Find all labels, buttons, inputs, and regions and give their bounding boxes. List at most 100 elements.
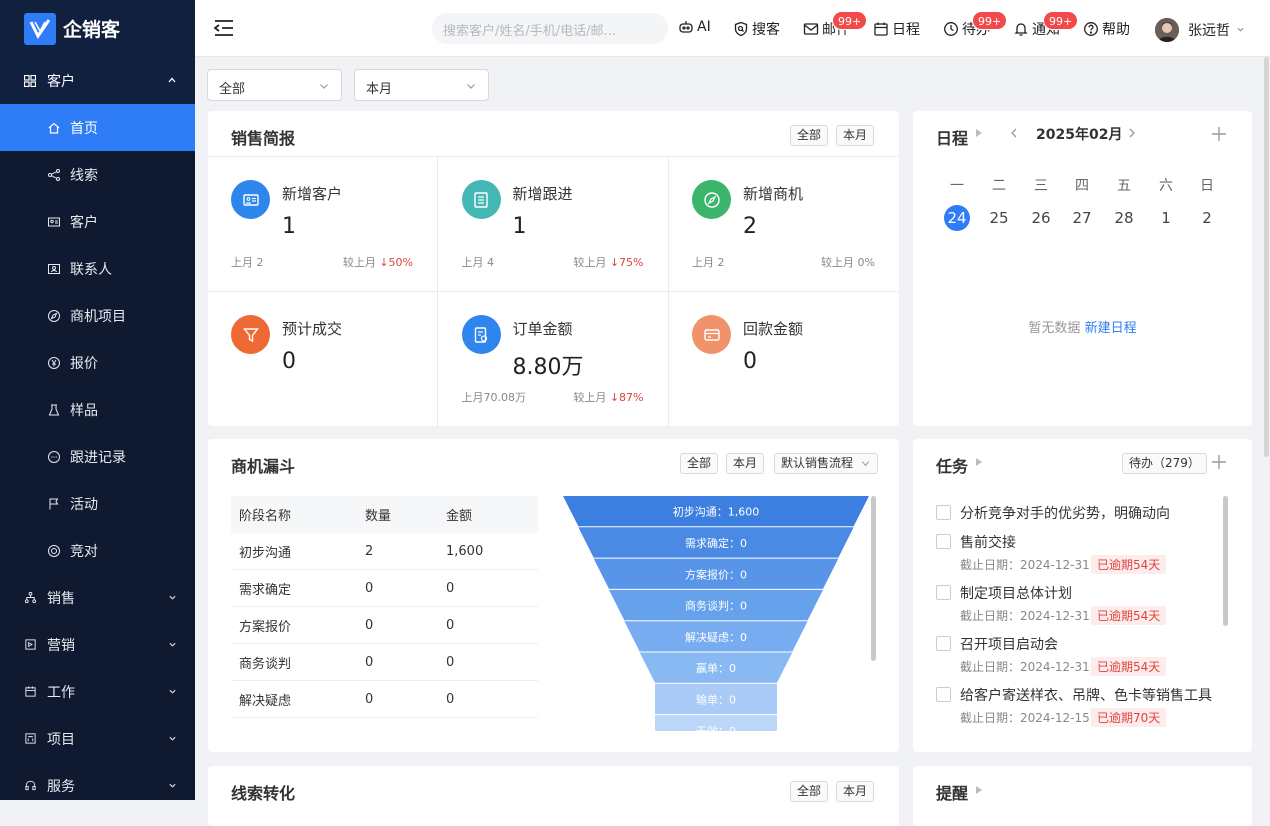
- table-row[interactable]: 解决疑虑 0 0: [231, 681, 538, 718]
- app-logo[interactable]: 企销客: [0, 0, 195, 57]
- sidebar-item-0[interactable]: 首页: [0, 104, 195, 151]
- chevron-down-icon[interactable]: [1236, 25, 1245, 34]
- chevron-down-icon: [168, 593, 177, 602]
- project-icon: [24, 732, 37, 745]
- schedule-button[interactable]: 日程: [873, 19, 920, 39]
- stat-tile[interactable]: 新增商机 2 上月 2 较上月 0%: [669, 157, 899, 292]
- funnel-stage-label: 商务谈判：0: [685, 599, 747, 613]
- sidebar-group-4[interactable]: 服务: [0, 762, 195, 800]
- funnel-tag-month[interactable]: 本月: [726, 453, 765, 474]
- table-cell: 2: [365, 543, 374, 559]
- sidebar-item-9[interactable]: 竞对: [0, 527, 195, 574]
- calendar-day[interactable]: 24: [944, 205, 970, 231]
- sidebar-group-3[interactable]: 项目: [0, 715, 195, 762]
- stat-tile[interactable]: 回款金额 0: [669, 292, 899, 427]
- stat-tile[interactable]: 新增跟进 1 上月 4 较上月 ↓75%: [438, 157, 669, 292]
- sales-tag-all[interactable]: 全部: [790, 125, 829, 146]
- user-name[interactable]: 张远哲: [1188, 20, 1230, 40]
- sales-brief-title: 销售简报: [231, 129, 296, 148]
- tasks-scrollbar[interactable]: [1223, 496, 1228, 626]
- create-schedule-link[interactable]: 新建日程: [1085, 321, 1137, 336]
- task-checkbox[interactable]: [936, 585, 951, 600]
- funnel-title: 商机漏斗: [231, 457, 296, 476]
- sidebar-item-5[interactable]: 报价: [0, 339, 195, 386]
- sidebar-item-6[interactable]: 样品: [0, 386, 195, 433]
- add-task-icon[interactable]: [1211, 454, 1227, 470]
- task-checkbox[interactable]: [936, 687, 951, 702]
- contact-icon: [47, 262, 61, 276]
- table-cell: 0: [446, 654, 455, 670]
- task-title[interactable]: 分析竞争对手的优劣势，明确动向: [960, 503, 1170, 523]
- task-checkbox[interactable]: [936, 534, 951, 549]
- search-customer-label: 搜客: [752, 22, 780, 38]
- task-title[interactable]: 售前交接: [960, 532, 1016, 552]
- task-title[interactable]: 召开项目启动会: [960, 634, 1058, 654]
- calendar-day[interactable]: 1: [1153, 205, 1179, 231]
- table-row[interactable]: 初步沟通 2 1,600: [231, 533, 538, 570]
- leads-tag-all[interactable]: 全部: [790, 781, 829, 802]
- task-checkbox[interactable]: [936, 636, 951, 651]
- calendar-day[interactable]: 2: [1194, 205, 1220, 231]
- sidebar-group-2[interactable]: 工作: [0, 668, 195, 715]
- task-deadline-label: 截止日期：: [960, 609, 1021, 623]
- sales-tag-month[interactable]: 本月: [836, 125, 875, 146]
- stat-compare-label: 较上月: [821, 256, 855, 269]
- chevron-down-icon: [466, 81, 476, 91]
- calendar-day[interactable]: 27: [1069, 205, 1095, 231]
- sidebar-item-label: 商机项目: [70, 308, 126, 325]
- funnel-stage-label: 无效：0: [696, 724, 736, 731]
- global-search-input[interactable]: 搜索客户/姓名/手机/电话/邮...: [432, 13, 668, 44]
- order-icon: [461, 315, 501, 354]
- flag-icon: [47, 497, 61, 511]
- reminder-title[interactable]: 提醒: [936, 780, 968, 804]
- sidebar-item-2[interactable]: 客户: [0, 198, 195, 245]
- task-title[interactable]: 制定项目总体计划: [960, 583, 1072, 603]
- sidebar-item-4[interactable]: 商机项目: [0, 292, 195, 339]
- sales-process-select[interactable]: 默认销售流程: [774, 453, 879, 474]
- stat-tile[interactable]: 订单金额 8.80万 上月70.08万 较上月 ↓87%: [439, 292, 669, 427]
- leads-tag-month[interactable]: 本月: [836, 781, 875, 802]
- collapse-menu-icon[interactable]: [213, 18, 235, 38]
- task-checkbox[interactable]: [936, 505, 951, 520]
- menu-section-customer[interactable]: 客户: [0, 57, 195, 104]
- page-scrollbar[interactable]: [1264, 57, 1269, 457]
- list-icon: [461, 180, 501, 219]
- sidebar-item-8[interactable]: 活动: [0, 480, 195, 527]
- calendar-day[interactable]: 28: [1111, 205, 1137, 231]
- weekday-label: 一: [950, 178, 964, 194]
- ai-button[interactable]: AI: [678, 19, 711, 35]
- calendar-day[interactable]: 26: [1028, 205, 1054, 231]
- weekday-label: 五: [1117, 178, 1131, 194]
- funnel-icon: [231, 315, 270, 354]
- bell-icon: [1013, 21, 1029, 37]
- user-avatar[interactable]: [1155, 18, 1179, 42]
- task-deadline-date: 2024-12-31: [1020, 558, 1090, 572]
- sidebar-group-0[interactable]: 销售: [0, 574, 195, 621]
- stat-tile[interactable]: 预计成交 0: [208, 292, 438, 427]
- help-button[interactable]: 帮助: [1083, 19, 1130, 39]
- column-header: 数量: [365, 509, 392, 524]
- period-select[interactable]: 本月: [354, 69, 489, 101]
- table-row[interactable]: 商务谈判 0 0: [231, 644, 538, 681]
- sidebar-group-1[interactable]: 营销: [0, 621, 195, 668]
- chat-icon: [47, 450, 61, 464]
- add-schedule-icon[interactable]: [1211, 126, 1227, 142]
- schedule-title[interactable]: 日程: [936, 125, 968, 149]
- table-row[interactable]: 需求确定 0 0: [231, 570, 538, 607]
- task-title[interactable]: 给客户寄送样衣、吊牌、色卡等销售工具: [960, 685, 1212, 705]
- funnel-tag-all[interactable]: 全部: [680, 453, 719, 474]
- next-month-icon[interactable]: [1128, 128, 1136, 138]
- sidebar-item-3[interactable]: 联系人: [0, 245, 195, 292]
- prev-month-icon[interactable]: [1010, 128, 1018, 138]
- schedule-title-text: 日程: [936, 129, 969, 148]
- stat-tile[interactable]: 新增客户 1 上月 2 较上月 ↓50%: [208, 157, 438, 292]
- task-filter[interactable]: 待办（279）: [1122, 453, 1207, 474]
- funnel-scrollbar[interactable]: [871, 496, 876, 661]
- sidebar-item-7[interactable]: 跟进记录: [0, 433, 195, 480]
- table-row[interactable]: 方案报价 0 0: [231, 607, 538, 644]
- sidebar-item-1[interactable]: 线索: [0, 151, 195, 198]
- scope-select[interactable]: 全部: [207, 69, 342, 101]
- calendar-day[interactable]: 25: [986, 205, 1012, 231]
- tasks-title[interactable]: 任务: [936, 453, 968, 477]
- search-customer-button[interactable]: 搜客: [733, 19, 780, 39]
